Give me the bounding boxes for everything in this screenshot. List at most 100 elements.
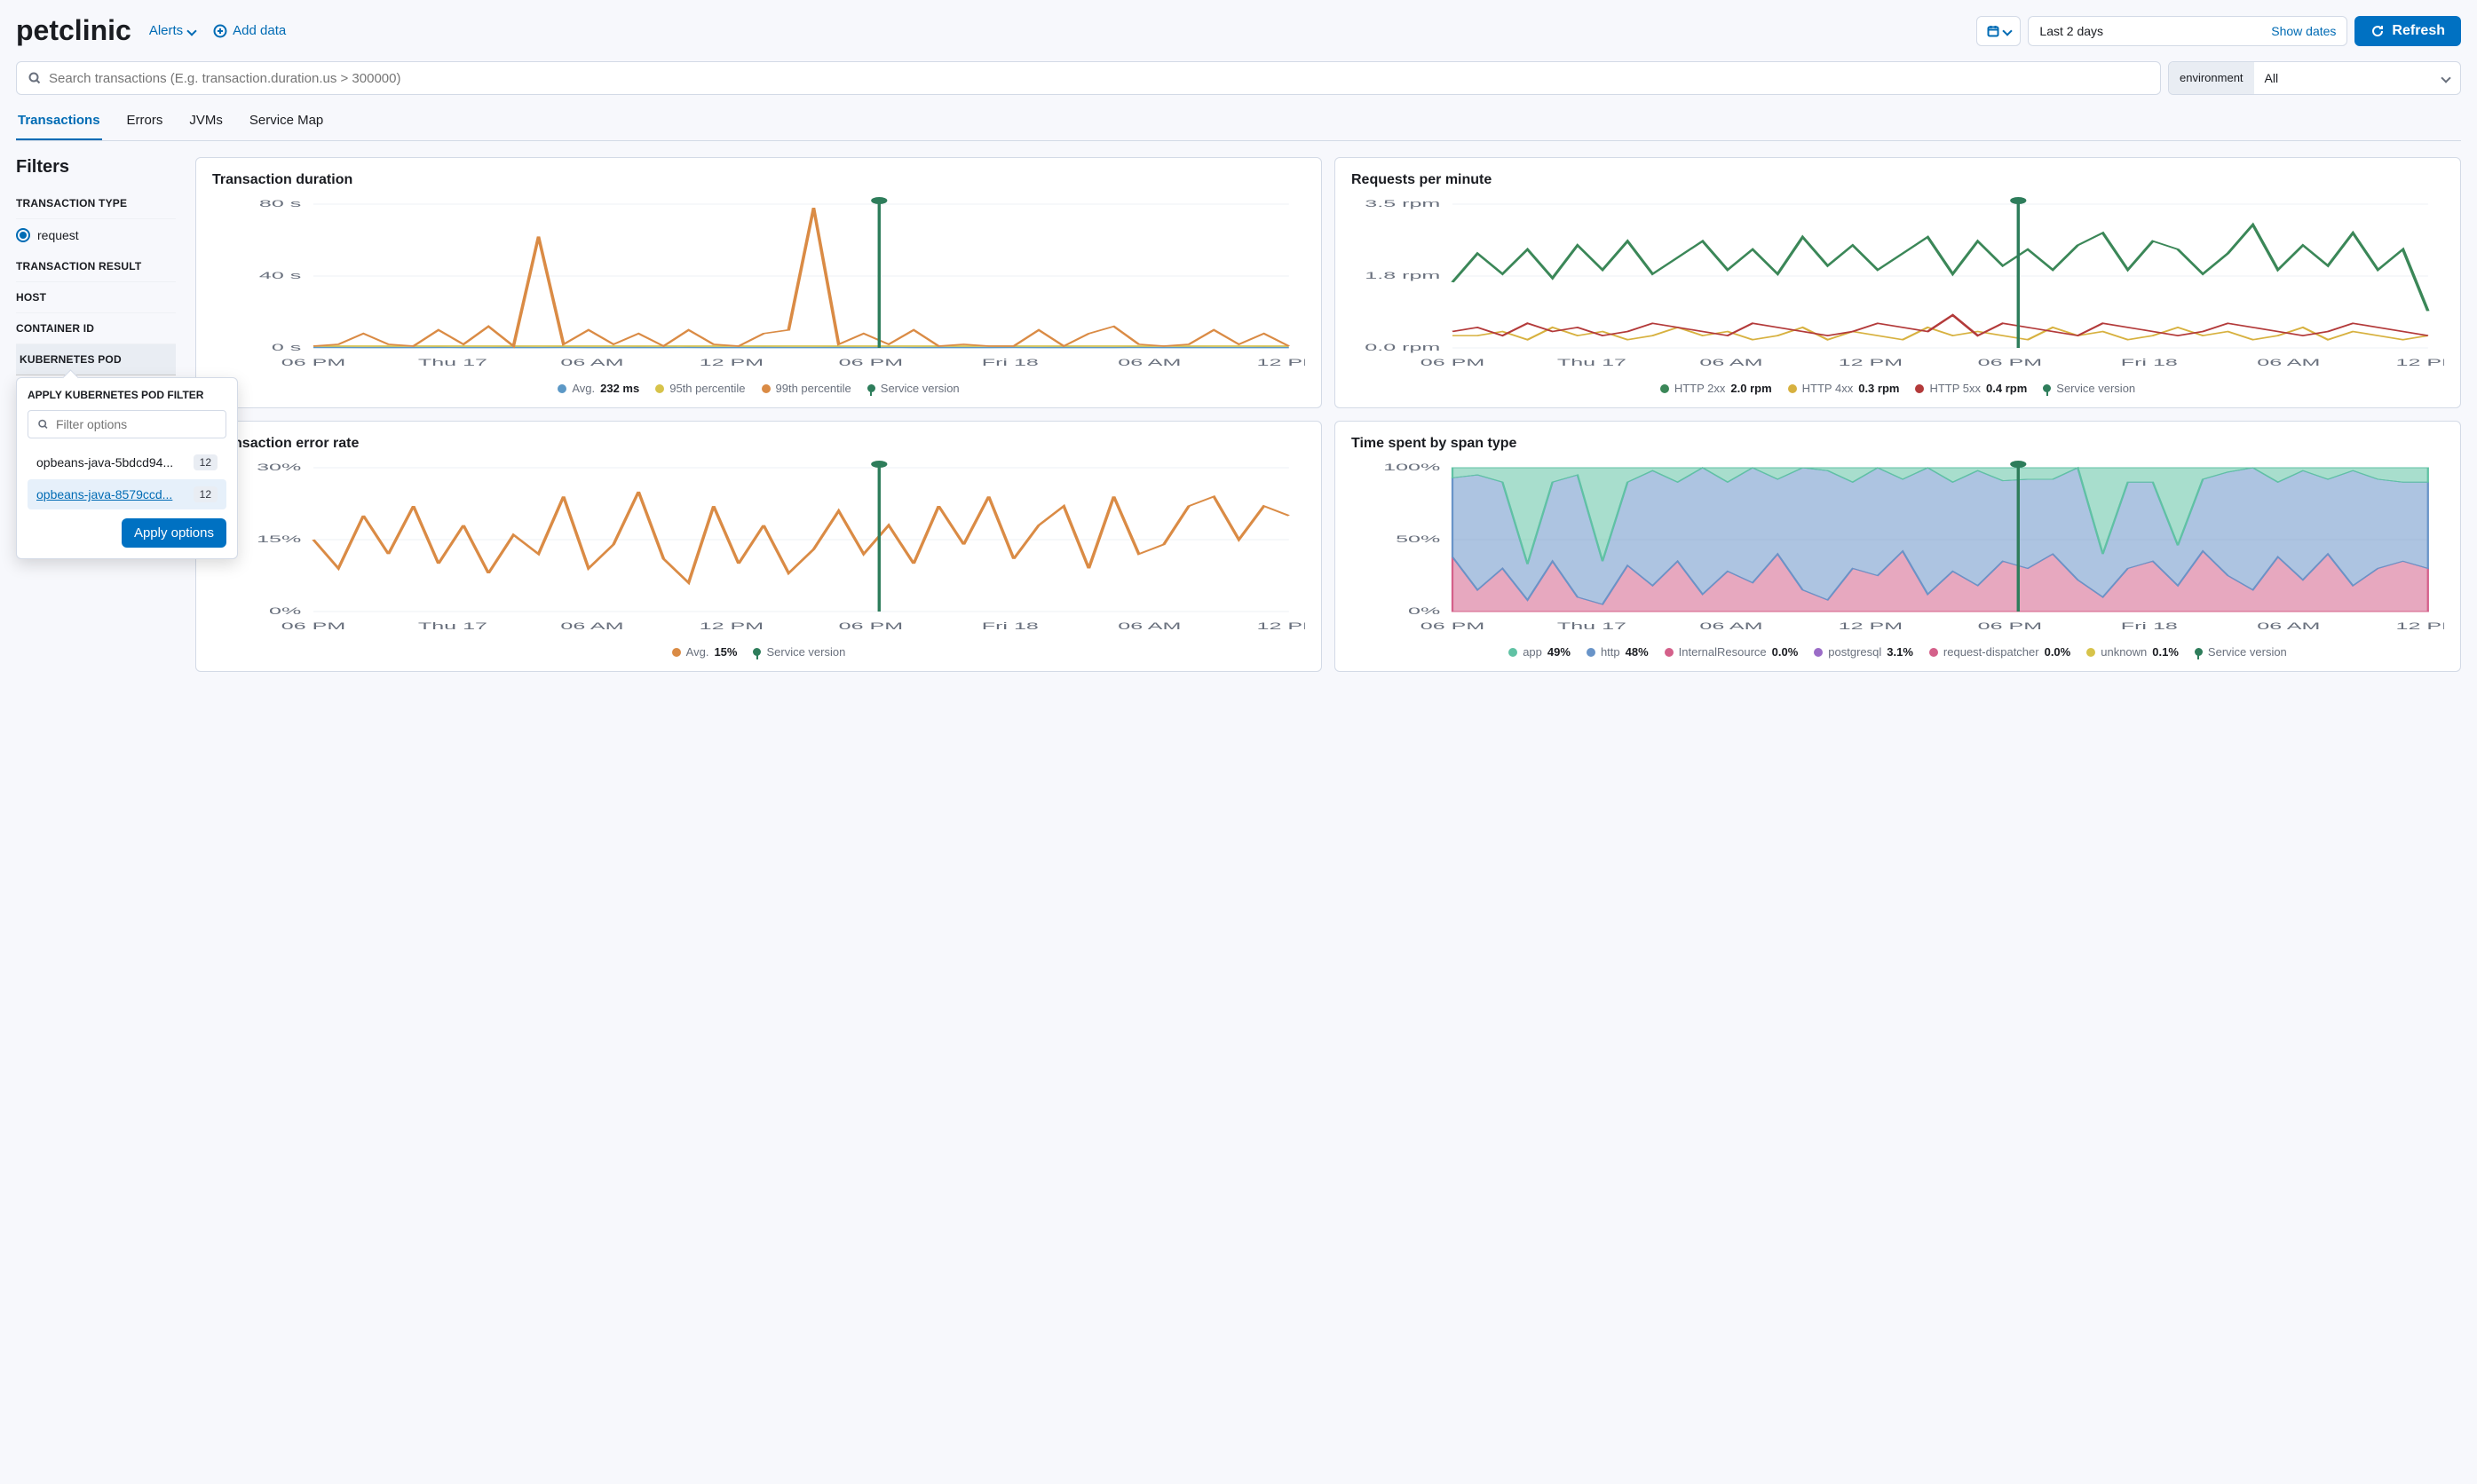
chevron-down-icon — [2003, 26, 2013, 36]
svg-text:0 s: 0 s — [272, 342, 301, 352]
popover-search[interactable] — [28, 410, 226, 438]
search-input[interactable] — [49, 71, 2149, 86]
svg-text:06 AM: 06 AM — [1699, 357, 1762, 367]
legend: Avg. 15%Service version — [212, 645, 1305, 659]
calendar-dropdown-button[interactable] — [1976, 16, 2021, 46]
svg-text:Fri 18: Fri 18 — [982, 620, 1039, 631]
chevron-down-icon — [2441, 73, 2450, 83]
chart-time-spent-by-span-type[interactable]: 0%50%100%06 PMThu 1706 AM12 PM06 PMFri 1… — [1351, 459, 2444, 636]
svg-text:06 AM: 06 AM — [1118, 620, 1181, 631]
kubernetes-pod-filter-popover: APPLY KUBERNETES POD FILTER opbeans-java… — [16, 377, 238, 559]
environment-select[interactable]: environment All — [2168, 61, 2461, 95]
refresh-label: Refresh — [2392, 23, 2445, 39]
apply-options-button[interactable]: Apply options — [122, 518, 226, 548]
svg-text:50%: 50% — [1396, 533, 1440, 544]
filter-section-container-id[interactable]: CONTAINER ID — [16, 313, 176, 344]
chart-requests-per-minute[interactable]: 0.0 rpm1.8 rpm3.5 rpm06 PMThu 1706 AM12 … — [1351, 195, 2444, 373]
svg-text:12 PM: 12 PM — [2396, 357, 2444, 367]
add-data-button[interactable]: Add data — [213, 23, 286, 38]
svg-text:06 PM: 06 PM — [281, 620, 345, 631]
svg-text:Thu 17: Thu 17 — [418, 620, 487, 631]
svg-text:Thu 17: Thu 17 — [1557, 620, 1626, 631]
svg-text:06 AM: 06 AM — [1118, 357, 1181, 367]
chart-transaction-duration[interactable]: 0 s 40 s 80 s 06 PM Thu 17 06 AM 12 PM 06 PM Fri… — [212, 195, 1305, 373]
date-range-selector[interactable]: Last 2 days Show dates — [2028, 16, 2347, 46]
filter-section-transaction-type[interactable]: TRANSACTION TYPE — [16, 188, 176, 219]
tab-transactions[interactable]: Transactions — [16, 102, 102, 140]
svg-text:Fri 18: Fri 18 — [982, 357, 1039, 367]
popover-item-1[interactable]: opbeans-java-8579ccd... 12 — [28, 479, 226, 509]
filter-section-kubernetes-pod[interactable]: KUBERNETES POD — [16, 344, 176, 375]
filter-section-host[interactable]: HOST — [16, 282, 176, 313]
svg-text:06 PM: 06 PM — [1978, 357, 2042, 367]
date-range-value: Last 2 days — [2039, 24, 2103, 38]
tab-service-map[interactable]: Service Map — [248, 102, 325, 140]
tabs: Transactions Errors JVMs Service Map — [16, 102, 2461, 141]
environment-label: environment — [2169, 62, 2254, 94]
environment-value: All — [2265, 71, 2279, 85]
panel-title: Requests per minute — [1351, 172, 2444, 188]
svg-text:Fri 18: Fri 18 — [2121, 620, 2178, 631]
legend: app 49%http 48%InternalResource 0.0%post… — [1351, 645, 2444, 659]
svg-text:06 AM: 06 AM — [560, 620, 623, 631]
calendar-icon — [1986, 24, 2000, 38]
popover-item-0-count: 12 — [194, 454, 218, 470]
search-box[interactable] — [16, 61, 2161, 95]
panel-transaction-duration: Transaction duration 0 s 40 s 80 s 06 PM Thu… — [195, 157, 1322, 408]
svg-text:06 PM: 06 PM — [281, 357, 345, 367]
panel-transaction-error-rate: Transaction error rate 0%15%30%06 PMThu … — [195, 421, 1322, 672]
svg-text:12 PM: 12 PM — [1839, 357, 1903, 367]
tab-errors[interactable]: Errors — [125, 102, 165, 140]
svg-text:30%: 30% — [257, 462, 301, 472]
svg-text:06 AM: 06 AM — [1699, 620, 1762, 631]
alerts-label: Alerts — [149, 23, 183, 38]
filters-heading: Filters — [16, 157, 176, 178]
chevron-down-icon — [186, 26, 196, 36]
svg-text:06 PM: 06 PM — [1421, 357, 1484, 367]
chart-transaction-error-rate[interactable]: 0%15%30%06 PMThu 1706 AM12 PM06 PMFri 18… — [212, 459, 1305, 636]
alerts-button[interactable]: Alerts — [149, 23, 195, 38]
svg-text:12 PM: 12 PM — [2396, 620, 2444, 631]
svg-text:Thu 17: Thu 17 — [1557, 357, 1626, 367]
search-icon — [37, 418, 49, 430]
svg-text:15%: 15% — [257, 533, 301, 544]
svg-text:Thu 17: Thu 17 — [418, 357, 487, 367]
filter-section-transaction-result[interactable]: TRANSACTION RESULT — [16, 251, 176, 282]
search-icon — [28, 71, 42, 85]
legend: HTTP 2xx 2.0 rpmHTTP 4xx 0.3 rpmHTTP 5xx… — [1351, 382, 2444, 395]
svg-text:06 AM: 06 AM — [2257, 357, 2320, 367]
panel-title: Time spent by span type — [1351, 436, 2444, 452]
add-data-label: Add data — [233, 23, 286, 38]
svg-text:80 s: 80 s — [259, 198, 301, 209]
panel-title: Transaction duration — [212, 172, 1305, 188]
popover-item-1-count: 12 — [194, 486, 218, 502]
svg-text:06 PM: 06 PM — [839, 357, 903, 367]
svg-text:12 PM: 12 PM — [700, 620, 764, 631]
svg-text:40 s: 40 s — [259, 270, 301, 280]
svg-text:0.0 rpm: 0.0 rpm — [1365, 342, 1440, 352]
svg-text:06 PM: 06 PM — [1421, 620, 1484, 631]
svg-text:12 PM: 12 PM — [700, 357, 764, 367]
popover-item-1-label: opbeans-java-8579ccd... — [36, 487, 172, 501]
popover-title: APPLY KUBERNETES POD FILTER — [28, 389, 226, 401]
radio-checked-icon — [16, 228, 30, 242]
svg-text:3.5 rpm: 3.5 rpm — [1365, 198, 1440, 209]
svg-text:12 PM: 12 PM — [1257, 620, 1305, 631]
popover-item-0-label: opbeans-java-5bdcd94... — [36, 455, 173, 470]
svg-text:Fri 18: Fri 18 — [2121, 357, 2178, 367]
popover-item-0[interactable]: opbeans-java-5bdcd94... 12 — [28, 447, 226, 478]
svg-text:0%: 0% — [269, 605, 301, 616]
svg-text:12 PM: 12 PM — [1257, 357, 1305, 367]
show-dates-link[interactable]: Show dates — [2271, 24, 2336, 38]
filter-radio-request-label: request — [37, 228, 79, 242]
refresh-icon — [2370, 24, 2385, 38]
tab-jvms[interactable]: JVMs — [187, 102, 225, 140]
panel-time-spent-by-span-type: Time spent by span type 0%50%100%06 PMTh… — [1334, 421, 2461, 672]
filter-radio-request[interactable]: request — [16, 219, 176, 251]
popover-search-input[interactable] — [56, 417, 217, 431]
filters-sidebar: Filters TRANSACTION TYPE request TRANSAC… — [16, 157, 176, 375]
refresh-button[interactable]: Refresh — [2354, 16, 2461, 46]
panel-requests-per-minute: Requests per minute 0.0 rpm1.8 rpm3.5 rp… — [1334, 157, 2461, 408]
svg-text:06 PM: 06 PM — [1978, 620, 2042, 631]
svg-text:06 AM: 06 AM — [2257, 620, 2320, 631]
